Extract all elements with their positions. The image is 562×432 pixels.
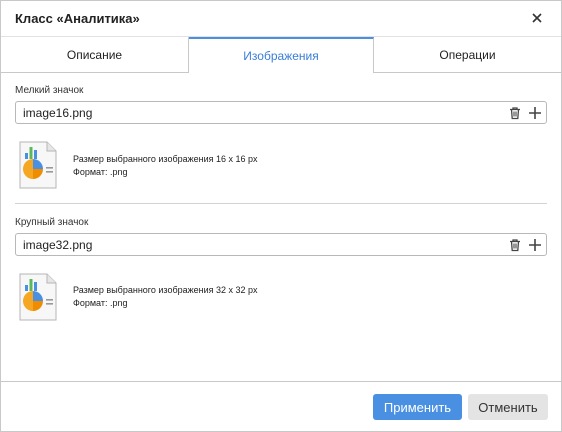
tab-bar: Описание Изображения Операции [1, 36, 561, 73]
large-icon-delete-button[interactable] [507, 237, 523, 253]
close-icon [532, 13, 542, 23]
large-icon-preview [19, 273, 57, 321]
large-icon-add-button[interactable] [527, 237, 543, 253]
close-button[interactable] [525, 7, 549, 29]
large-icon-field[interactable]: image32.png [15, 233, 547, 256]
large-icon-size-text: Размер выбранного изображения 32 x 32 px [73, 285, 258, 295]
tab-images[interactable]: Изображения [189, 37, 374, 73]
trash-icon [510, 107, 520, 120]
small-icon-value: image16.png [23, 106, 93, 120]
dialog-titlebar: Класс «Аналитика» [1, 1, 561, 35]
small-icon-format-text: Формат: .png [73, 167, 128, 177]
tab-description[interactable]: Описание [1, 37, 189, 72]
small-icon-add-button[interactable] [527, 105, 543, 121]
section-divider [15, 203, 547, 204]
trash-icon [510, 239, 520, 252]
large-icon-value: image32.png [23, 238, 93, 252]
class-dialog: Класс «Аналитика» Описание Изображения О… [0, 0, 562, 432]
dialog-title: Класс «Аналитика» [15, 11, 140, 26]
plus-icon [529, 107, 541, 119]
cancel-button[interactable]: Отменить [468, 394, 548, 420]
small-icon-info: Размер выбранного изображения 16 x 16 px… [73, 153, 258, 179]
small-icon-delete-button[interactable] [507, 105, 523, 121]
dialog-footer: Применить Отменить [1, 381, 561, 432]
report-document-icon [19, 273, 57, 321]
small-icon-preview [19, 141, 57, 189]
large-icon-info: Размер выбранного изображения 32 x 32 px… [73, 284, 258, 310]
apply-button[interactable]: Применить [373, 394, 462, 420]
small-icon-field[interactable]: image16.png [15, 101, 547, 124]
small-icon-size-text: Размер выбранного изображения 16 x 16 px [73, 154, 258, 164]
report-document-icon [19, 141, 57, 189]
plus-icon [529, 239, 541, 251]
small-icon-label: Мелкий значок [15, 85, 84, 96]
large-icon-format-text: Формат: .png [73, 298, 128, 308]
tab-operations[interactable]: Операции [374, 37, 561, 72]
large-icon-label: Крупный значок [15, 217, 89, 228]
